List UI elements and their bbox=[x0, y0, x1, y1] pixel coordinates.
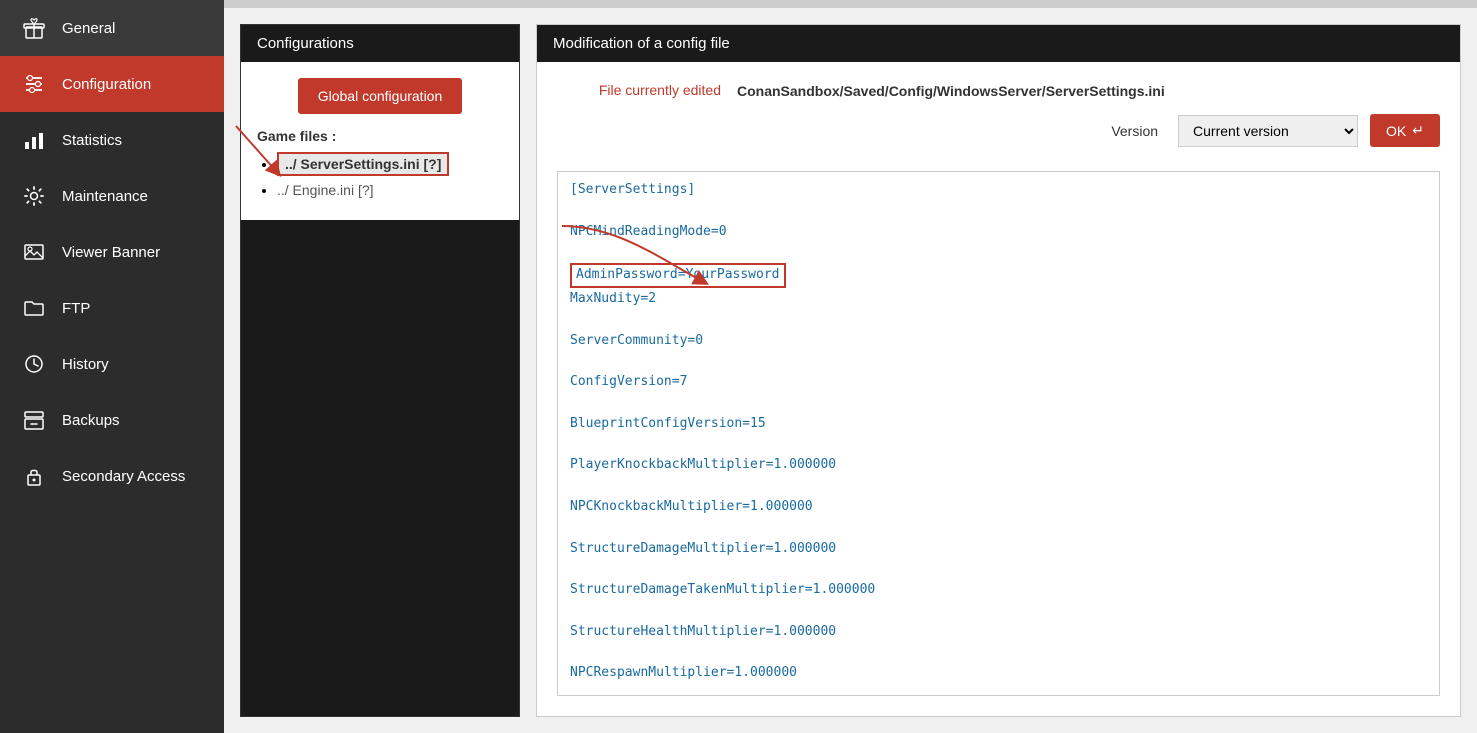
config-panel-header: Configurations bbox=[241, 25, 519, 62]
content-area: Configurations Global configuration Game… bbox=[224, 8, 1477, 733]
file-label-cell: File currently edited bbox=[557, 82, 737, 100]
top-bar bbox=[224, 0, 1477, 8]
config-line: NPCMindReadingMode=0 bbox=[570, 222, 1427, 243]
sidebar-item-label: Secondary Access bbox=[62, 468, 185, 485]
sidebar-item-label: FTP bbox=[62, 300, 90, 317]
main-content: Configurations Global configuration Game… bbox=[224, 0, 1477, 733]
server-settings-link[interactable]: ../ ServerSettings.ini [?] bbox=[277, 152, 449, 176]
config-line: ConfigVersion=7 bbox=[570, 372, 1427, 393]
config-line: NPCKnockbackMultiplier=1.000000 bbox=[570, 497, 1427, 518]
mod-panel-header: Modification of a config file bbox=[537, 25, 1460, 62]
config-line: StructureDamageMultiplier=1.000000 bbox=[570, 539, 1427, 560]
sidebar-item-label: Configuration bbox=[62, 76, 151, 93]
file-list: ../ ServerSettings.ini [?] ../ Engine.in… bbox=[257, 152, 503, 198]
image-icon bbox=[20, 238, 48, 266]
ok-button[interactable]: OK ↵ bbox=[1370, 114, 1440, 147]
config-line: NPCRespawnMultiplier=1.000000 bbox=[570, 663, 1427, 684]
return-icon: ↵ bbox=[1412, 122, 1424, 139]
mod-panel: Modification of a config file File curre… bbox=[536, 24, 1461, 717]
sidebar-item-label: Backups bbox=[62, 412, 120, 429]
global-config-button[interactable]: Global configuration bbox=[298, 78, 463, 114]
version-label: Version bbox=[1111, 123, 1166, 139]
sidebar-item-label: Viewer Banner bbox=[62, 244, 160, 261]
config-line: StructureDamageTakenMultiplier=1.000000 bbox=[570, 580, 1427, 601]
sidebar-item-ftp[interactable]: FTP bbox=[0, 280, 224, 336]
sidebar-item-statistics[interactable]: Statistics bbox=[0, 112, 224, 168]
bar-chart-icon bbox=[20, 126, 48, 154]
lock-icon bbox=[20, 462, 48, 490]
sidebar: General Configuration Statistics bbox=[0, 0, 224, 733]
sidebar-item-backups[interactable]: Backups bbox=[0, 392, 224, 448]
sidebar-item-maintenance[interactable]: Maintenance bbox=[0, 168, 224, 224]
sliders-icon bbox=[20, 70, 48, 98]
gear-icon bbox=[20, 182, 48, 210]
sidebar-item-label: Statistics bbox=[62, 132, 122, 149]
config-panel: Configurations Global configuration Game… bbox=[240, 24, 520, 717]
list-item[interactable]: ../ Engine.ini [?] bbox=[277, 182, 503, 198]
sidebar-item-viewer-banner[interactable]: Viewer Banner bbox=[0, 224, 224, 280]
config-editor[interactable]: [ServerSettings] NPCMindReadingMode=0 Admi… bbox=[557, 171, 1440, 696]
archive-icon bbox=[20, 406, 48, 434]
config-line: BlueprintConfigVersion=15 bbox=[570, 414, 1427, 435]
gift-icon bbox=[20, 14, 48, 42]
game-files-label: Game files : bbox=[257, 128, 503, 144]
sidebar-item-secondary-access[interactable]: Secondary Access bbox=[0, 448, 224, 504]
list-item[interactable]: ../ ServerSettings.ini [?] bbox=[277, 152, 503, 176]
sidebar-item-general[interactable]: General bbox=[0, 0, 224, 56]
info-rows: File currently edited ConanSandbox/Saved… bbox=[557, 82, 1440, 155]
config-line: StructureHealthMultiplier=1.000000 bbox=[570, 622, 1427, 643]
config-line: AdminPassword=YourPassword bbox=[570, 263, 786, 288]
file-currently-edited-label: File currently edited bbox=[599, 82, 721, 98]
sidebar-item-label: General bbox=[62, 20, 115, 37]
version-select[interactable]: Current version bbox=[1178, 115, 1358, 147]
config-line: ServerCommunity=0 bbox=[570, 331, 1427, 352]
config-line: [ServerSettings] bbox=[570, 180, 1427, 201]
mod-panel-body: File currently edited ConanSandbox/Saved… bbox=[537, 62, 1460, 716]
engine-ini-link[interactable]: ../ Engine.ini [?] bbox=[277, 182, 374, 198]
sidebar-item-label: Maintenance bbox=[62, 188, 148, 205]
config-line: PlayerKnockbackMultiplier=1.000000 bbox=[570, 455, 1427, 476]
version-row: Version Current version OK ↵ bbox=[557, 114, 1440, 147]
file-info-row: File currently edited ConanSandbox/Saved… bbox=[557, 82, 1440, 100]
clock-icon bbox=[20, 350, 48, 378]
file-path-value: ConanSandbox/Saved/Config/WindowsServer/… bbox=[737, 83, 1165, 99]
config-panel-body: Global configuration Game files : ../ Se… bbox=[241, 62, 519, 220]
folder-icon bbox=[20, 294, 48, 322]
sidebar-item-label: History bbox=[62, 356, 109, 373]
sidebar-item-configuration[interactable]: Configuration bbox=[0, 56, 224, 112]
config-line: MaxNudity=2 bbox=[570, 289, 1427, 310]
sidebar-item-history[interactable]: History bbox=[0, 336, 224, 392]
